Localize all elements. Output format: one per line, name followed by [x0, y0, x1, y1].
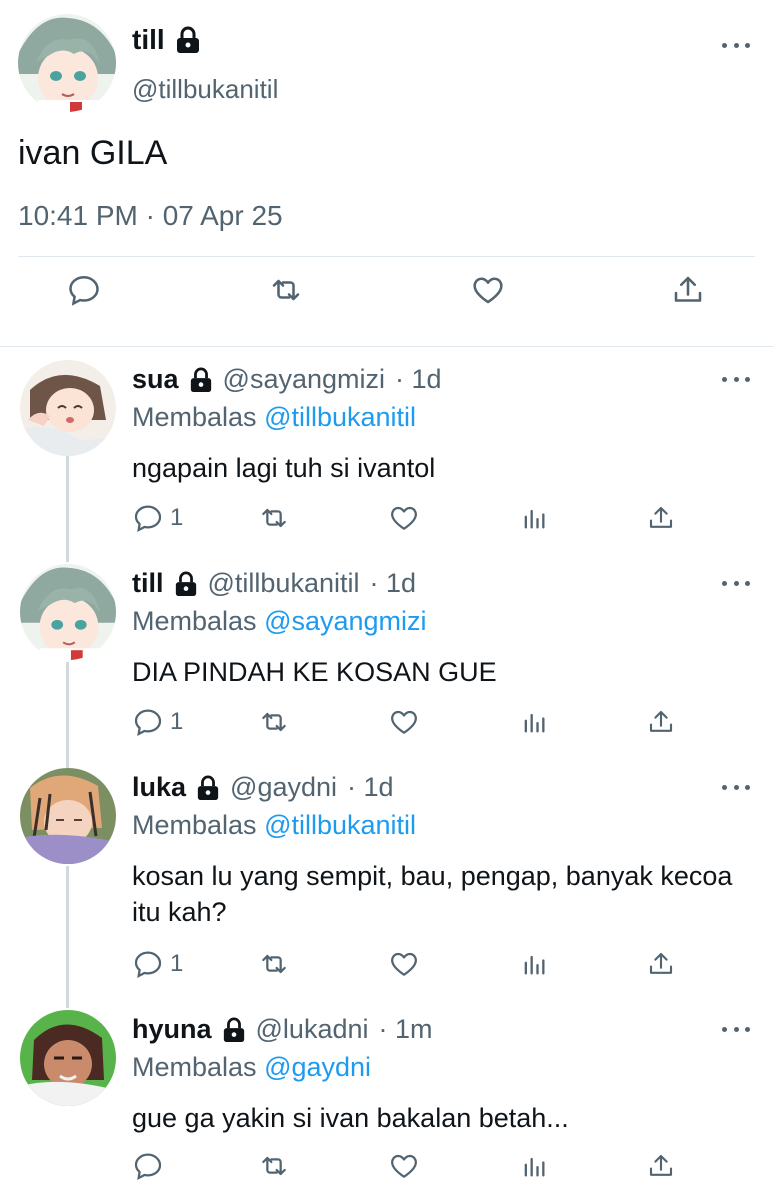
- mention-link[interactable]: @tillbukanitil: [264, 810, 416, 840]
- reply-tweet[interactable]: luka @gaydni · 1d Membalas @tillbukaniti…: [0, 768, 773, 988]
- reply-time[interactable]: · 1d: [369, 568, 416, 599]
- reply-count: 1: [170, 950, 184, 977]
- analytics-icon[interactable]: [520, 948, 548, 980]
- mention-link[interactable]: @sayangmizi: [264, 606, 426, 636]
- author-handle[interactable]: @tillbukanitil: [132, 74, 278, 105]
- retweet-icon[interactable]: [258, 948, 290, 980]
- reply-count: 1: [170, 504, 184, 531]
- mention-link[interactable]: @tillbukanitil: [264, 402, 416, 432]
- reply-text: DIA PINDAH KE KOSAN GUE: [132, 657, 497, 687]
- retweet-icon[interactable]: [258, 502, 290, 534]
- like-icon[interactable]: [388, 1150, 420, 1182]
- reply-action-bar: 1: [0, 502, 773, 542]
- reply-author-name[interactable]: hyuna: [132, 1014, 212, 1045]
- replying-to: Membalas @gaydni: [132, 1052, 371, 1083]
- reply-button[interactable]: 1: [132, 502, 183, 534]
- share-icon[interactable]: [646, 706, 676, 738]
- reply-icon: [132, 1150, 164, 1182]
- replying-to: Membalas @sayangmizi: [132, 606, 427, 637]
- tweet-timestamp[interactable]: 10:41 PM · 07 Apr 25: [18, 200, 283, 232]
- analytics-icon[interactable]: [520, 1150, 548, 1182]
- more-icon[interactable]: [722, 1024, 750, 1034]
- more-icon[interactable]: [722, 578, 750, 588]
- retweet-icon[interactable]: [258, 1150, 290, 1182]
- reply-action-bar: [0, 1150, 773, 1190]
- avatar-hyuna[interactable]: [20, 1010, 116, 1106]
- reply-author-handle[interactable]: @lukadni: [256, 1014, 369, 1045]
- reply-tweet[interactable]: sua @sayangmizi · 1d Membalas @tillbukan…: [0, 360, 773, 540]
- reply-text: gue ga yakin si ivan bakalan betah...: [132, 1103, 569, 1133]
- reply-button[interactable]: [132, 1150, 170, 1182]
- reply-author-handle[interactable]: @gaydni: [230, 772, 337, 803]
- analytics-icon[interactable]: [520, 706, 548, 738]
- reply-time[interactable]: · 1m: [379, 1014, 433, 1045]
- share-icon[interactable]: [646, 502, 676, 534]
- lock-icon: [196, 775, 220, 801]
- share-icon[interactable]: [670, 272, 706, 308]
- reply-tweet[interactable]: till @tillbukanitil · 1d Membalas @sayan…: [0, 564, 773, 744]
- more-icon[interactable]: [722, 782, 750, 792]
- retweet-icon[interactable]: [258, 706, 290, 738]
- reply-author-name[interactable]: till: [132, 568, 164, 599]
- reply-text: kosan lu yang sempit, bau, pengap, banya…: [132, 861, 733, 927]
- reply-author-name[interactable]: sua: [132, 364, 179, 395]
- author-name[interactable]: till: [132, 24, 165, 56]
- avatar-sua[interactable]: [20, 360, 116, 456]
- retweet-icon[interactable]: [268, 272, 304, 308]
- like-icon[interactable]: [388, 706, 420, 738]
- reply-author-handle[interactable]: @tillbukanitil: [208, 568, 360, 599]
- reply-time[interactable]: · 1d: [347, 772, 394, 803]
- reply-icon: [132, 948, 164, 980]
- avatar-luka[interactable]: [20, 768, 116, 864]
- like-icon[interactable]: [470, 272, 506, 308]
- reply-action-bar: 1: [0, 706, 773, 746]
- share-icon[interactable]: [646, 1150, 676, 1182]
- mention-link[interactable]: @gaydni: [264, 1052, 371, 1082]
- replying-label: Membalas: [132, 1052, 257, 1082]
- reply-action-bar: 1: [0, 948, 773, 988]
- replying-to: Membalas @tillbukanitil: [132, 810, 416, 841]
- tweet-text: ivan GILA: [18, 134, 168, 172]
- reply-count: 1: [170, 708, 184, 735]
- replying-label: Membalas: [132, 606, 257, 636]
- avatar-till[interactable]: [20, 564, 116, 660]
- replying-to: Membalas @tillbukanitil: [132, 402, 416, 433]
- lock-icon: [175, 26, 201, 54]
- tweet-thread: till @tillbukanitil ivan GILA 10:41 PM ·…: [0, 0, 773, 1200]
- lock-icon: [222, 1017, 246, 1043]
- reply-icon[interactable]: [66, 272, 102, 308]
- reply-time[interactable]: · 1d: [395, 364, 442, 395]
- like-icon[interactable]: [388, 502, 420, 534]
- reply-author-name[interactable]: luka: [132, 772, 186, 803]
- analytics-icon[interactable]: [520, 502, 548, 534]
- divider: [0, 346, 773, 347]
- main-action-bar: [0, 272, 773, 332]
- more-icon[interactable]: [722, 374, 750, 384]
- reply-text: ngapain lagi tuh si ivantol: [132, 453, 436, 483]
- reply-tweet[interactable]: hyuna @lukadni · 1m Membalas @gaydni gue…: [0, 1010, 773, 1200]
- share-icon[interactable]: [646, 948, 676, 980]
- lock-icon: [174, 571, 198, 597]
- reply-icon: [132, 502, 164, 534]
- reply-author-handle[interactable]: @sayangmizi: [223, 364, 385, 395]
- replying-label: Membalas: [132, 810, 257, 840]
- more-icon[interactable]: [722, 40, 750, 50]
- lock-icon: [189, 367, 213, 393]
- divider: [18, 256, 755, 257]
- reply-icon: [132, 706, 164, 738]
- like-icon[interactable]: [388, 948, 420, 980]
- replying-label: Membalas: [132, 402, 257, 432]
- reply-button[interactable]: 1: [132, 706, 183, 738]
- reply-button[interactable]: 1: [132, 948, 183, 980]
- avatar-till[interactable]: [18, 14, 116, 112]
